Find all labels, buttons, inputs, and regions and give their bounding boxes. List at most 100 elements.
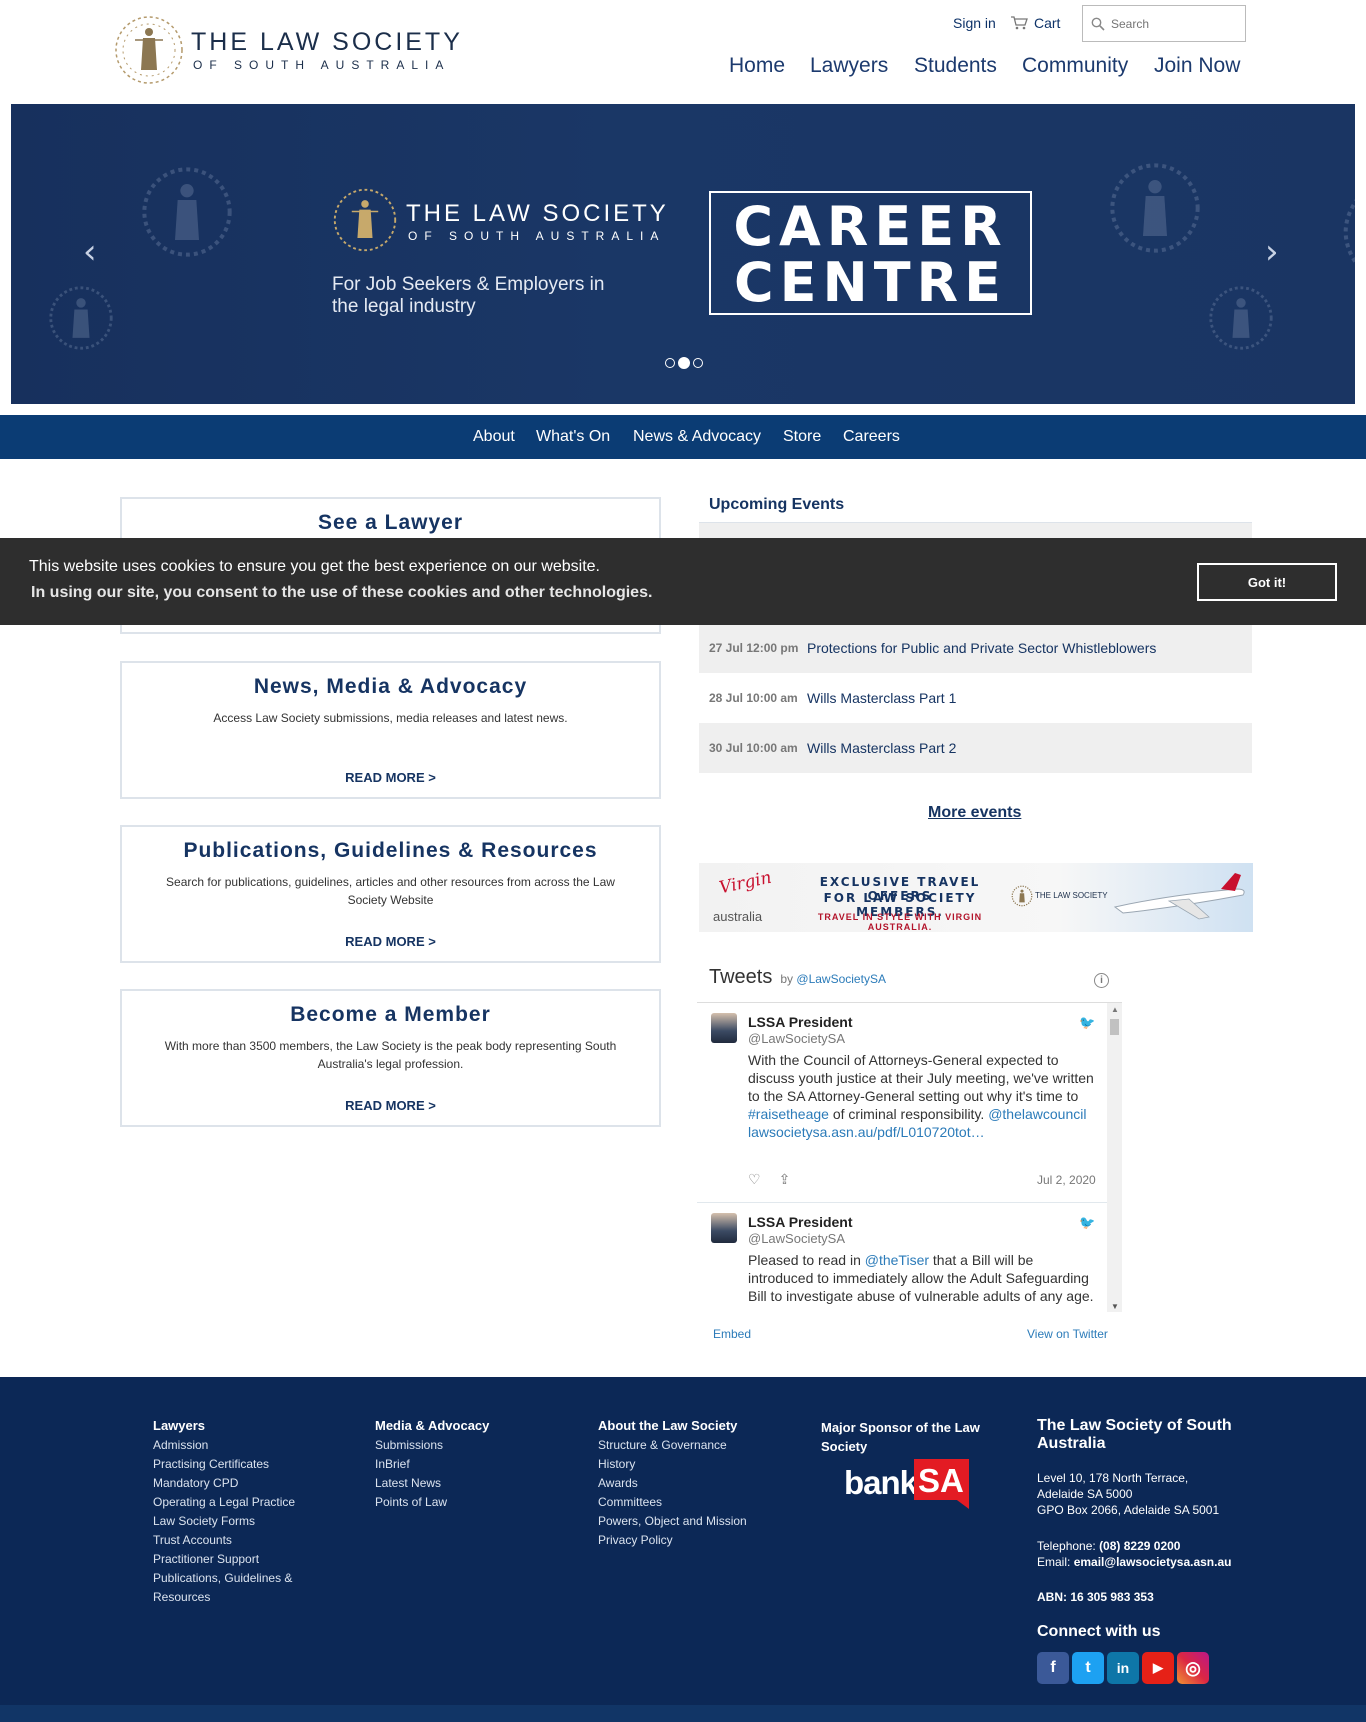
footer-link[interactable]: Practising Certificates (153, 1455, 295, 1474)
card-news-media-advocacy[interactable]: News, Media & Advocacy Access Law Societ… (120, 661, 661, 799)
footer-link[interactable]: InBrief (375, 1455, 489, 1474)
read-more-link[interactable]: READ MORE > (122, 1098, 659, 1113)
banksa-logo[interactable]: bank SA (844, 1459, 969, 1519)
like-icon[interactable]: ♡ (748, 1171, 761, 1188)
event-title-link[interactable]: Protections for Public and Private Secto… (807, 640, 1156, 656)
subnav-whats-on[interactable]: What's On (536, 428, 610, 446)
footer-link[interactable]: Powers, Object and Mission (598, 1512, 747, 1531)
facebook-icon[interactable]: f (1037, 1652, 1069, 1684)
share-icon[interactable]: ⇪ (779, 1171, 791, 1188)
tweet-url-link[interactable]: lawsocietysa.asn.au/pdf/L010720tot… (748, 1123, 1098, 1141)
scrollbar-thumb[interactable] (1110, 1019, 1119, 1035)
event-title-link[interactable]: Wills Masterclass Part 1 (807, 690, 956, 706)
events-heading: Upcoming Events (709, 496, 845, 513)
nav-lawyers[interactable]: Lawyers (810, 54, 888, 78)
carousel-next-button[interactable]: › (1265, 232, 1279, 272)
subnav-store[interactable]: Store (783, 428, 821, 446)
tweet-author-handle[interactable]: @LawSocietySA (748, 1231, 845, 1246)
read-more-link[interactable]: READ MORE > (122, 934, 659, 949)
twitter-embed-link[interactable]: Embed (713, 1327, 751, 1341)
mention-link[interactable]: @theTiser (865, 1252, 929, 1268)
youtube-icon[interactable]: ▶ (1142, 1652, 1174, 1684)
email-link[interactable]: email@lawsocietysa.asn.au (1074, 1555, 1232, 1569)
nav-community[interactable]: Community (1022, 54, 1128, 78)
cart-link[interactable]: Cart (1010, 15, 1060, 31)
signin-link[interactable]: Sign in (953, 15, 996, 31)
footer-link[interactable]: Law Society Forms (153, 1512, 295, 1531)
tweet-date[interactable]: Jul 2, 2020 (1037, 1173, 1096, 1187)
carousel-dot-1[interactable] (665, 358, 675, 368)
tweet-author-name[interactable]: LSSA President (748, 1014, 853, 1030)
footer-column-title: Media & Advocacy (375, 1418, 490, 1433)
nav-students[interactable]: Students (914, 54, 997, 78)
hashtag-link[interactable]: #raisetheage (748, 1106, 829, 1122)
twitter-scrollbar[interactable]: ▲ ▼ (1107, 1003, 1122, 1312)
footer-link[interactable]: Resources (153, 1588, 295, 1607)
footer-link[interactable]: Submissions (375, 1436, 489, 1455)
phone-number[interactable]: (08) 8229 0200 (1099, 1539, 1180, 1553)
career-line-1: CAREER (733, 195, 1008, 258)
footer-link[interactable]: Publications, Guidelines & (153, 1569, 295, 1588)
footer-link[interactable]: History (598, 1455, 747, 1474)
footer-link[interactable]: Operating a Legal Practice (153, 1493, 295, 1512)
mention-link[interactable]: @thelawcouncil (988, 1106, 1086, 1122)
footer-link[interactable]: Privacy Policy (598, 1531, 747, 1550)
phone-label: Telephone: (1037, 1539, 1100, 1553)
avatar[interactable] (711, 1013, 737, 1043)
avatar[interactable] (711, 1213, 737, 1243)
cart-icon (1011, 16, 1028, 30)
info-icon[interactable]: i (1094, 973, 1109, 988)
card-become-a-member[interactable]: Become a Member With more than 3500 memb… (120, 989, 661, 1127)
tweet-author-handle[interactable]: @LawSocietySA (748, 1031, 845, 1046)
airplane-icon (1113, 873, 1245, 920)
instagram-icon[interactable]: ◎ (1177, 1652, 1209, 1684)
event-row[interactable]: 27 Jul 12:00 pm Protections for Public a… (699, 623, 1252, 673)
footer-link[interactable]: Structure & Governance (598, 1436, 747, 1455)
carousel-dot-2[interactable] (678, 357, 690, 369)
card-description: Search for publications, guidelines, art… (166, 875, 615, 907)
footer-link[interactable]: Mandatory CPD (153, 1474, 295, 1493)
scroll-down-icon[interactable]: ▼ (1111, 1302, 1119, 1311)
site-logo[interactable]: THE LAW SOCIETY OF SOUTH AUSTRALIA (113, 14, 460, 86)
tweet[interactable]: LSSA President @LawSocietySA 🐦 With the … (697, 1003, 1107, 1203)
subnav-about[interactable]: About (473, 428, 515, 446)
subnav-news-advocacy[interactable]: News & Advocacy (633, 428, 761, 446)
sponsor-heading: Major Sponsor of the Law Society (821, 1420, 980, 1454)
card-publications-guidelines-resources[interactable]: Publications, Guidelines & Resources Sea… (120, 825, 661, 963)
tweet-author-name[interactable]: LSSA President (748, 1214, 853, 1230)
footer-link[interactable]: Awards (598, 1474, 747, 1493)
nav-home[interactable]: Home (729, 54, 785, 78)
subnav-careers[interactable]: Careers (843, 428, 900, 446)
nav-join-now[interactable]: Join Now (1154, 54, 1240, 78)
search-box[interactable] (1082, 5, 1246, 42)
read-more-link[interactable]: READ MORE > (122, 770, 659, 785)
scroll-up-icon[interactable]: ▲ (1111, 1005, 1119, 1014)
footer-link[interactable]: Trust Accounts (153, 1531, 295, 1550)
tweet[interactable]: LSSA President @LawSocietySA 🐦 Pleased t… (697, 1203, 1107, 1312)
event-row[interactable]: 30 Jul 10:00 am Wills Masterclass Part 2 (699, 723, 1252, 773)
connect-heading: Connect with us (1037, 1623, 1161, 1640)
cart-label: Cart (1034, 15, 1061, 31)
carousel-dot-3[interactable] (693, 358, 703, 368)
footer-link[interactable]: Latest News (375, 1474, 489, 1493)
footer-link[interactable]: Committees (598, 1493, 747, 1512)
tweet-text-part: With the Council of Attorneys-General ex… (748, 1052, 1094, 1104)
linkedin-icon[interactable]: in (1107, 1652, 1139, 1684)
footer-link[interactable]: Admission (153, 1436, 295, 1455)
career-centre-banner[interactable]: CAREER CENTRE (709, 191, 1032, 315)
event-title-link[interactable]: Wills Masterclass Part 2 (807, 740, 956, 756)
view-on-twitter-link[interactable]: View on Twitter (1027, 1327, 1108, 1341)
cookie-accept-button[interactable]: Got it! (1197, 563, 1337, 601)
event-row[interactable]: 28 Jul 10:00 am Wills Masterclass Part 1 (699, 673, 1252, 723)
secondary-nav: About What's On News & Advocacy Store Ca… (0, 415, 1366, 459)
search-input[interactable] (1111, 16, 1241, 31)
twitter-handle-link[interactable]: @LawSocietySA (796, 972, 886, 986)
cookie-consent-bar: This website uses cookies to ensure you … (0, 538, 1366, 625)
footer-link[interactable]: Points of Law (375, 1493, 489, 1512)
twitter-feed[interactable]: LSSA President @LawSocietySA 🐦 With the … (697, 1002, 1122, 1312)
footer-link[interactable]: Practitioner Support (153, 1550, 295, 1569)
virgin-australia-ad-banner[interactable]: Virgin australia EXCLUSIVE TRAVEL OFFERS… (699, 863, 1253, 932)
more-events-link[interactable]: More events (928, 804, 1021, 822)
twitter-icon[interactable]: t (1072, 1652, 1104, 1684)
carousel-prev-button[interactable]: ‹ (83, 232, 97, 272)
